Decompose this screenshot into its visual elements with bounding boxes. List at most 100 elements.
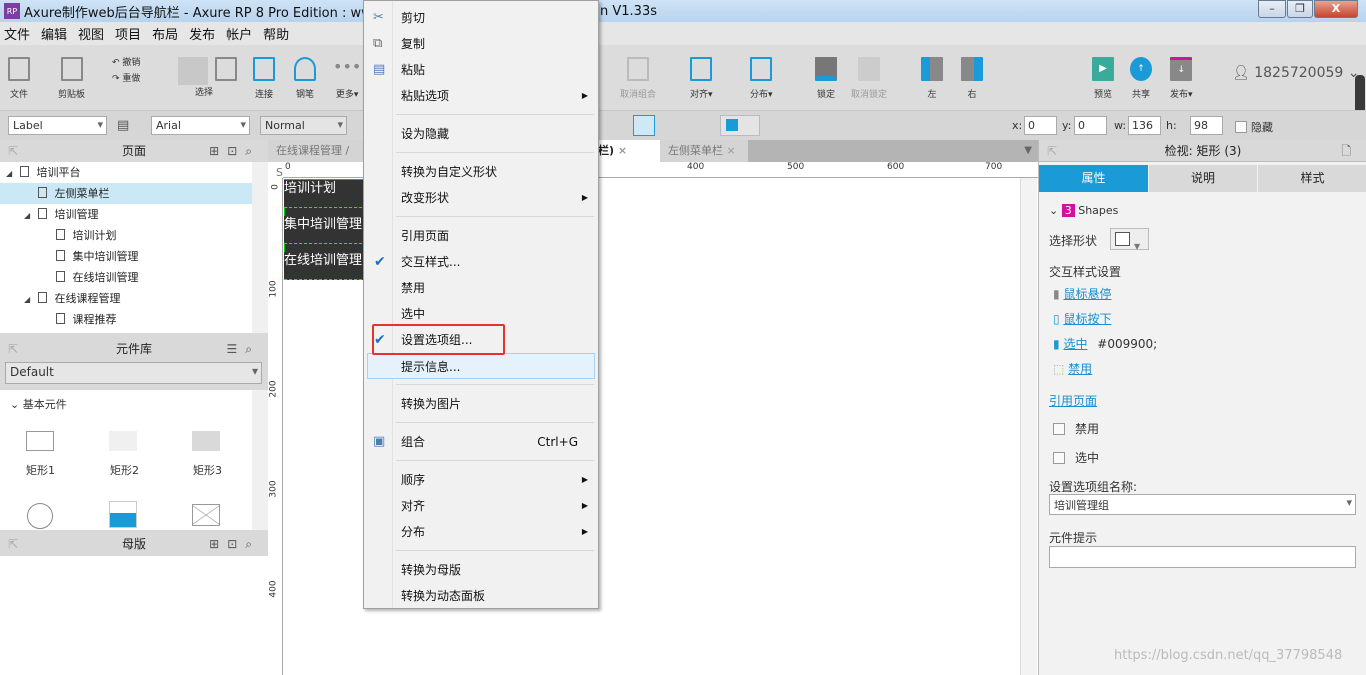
h-input[interactable]: 98 [1190, 116, 1223, 135]
page-tree-item[interactable]: 培训计划 [0, 225, 268, 246]
rectangle2-icon[interactable] [109, 431, 137, 451]
menu-item-set-hidden[interactable]: 设为隐藏 [364, 121, 598, 147]
library-select[interactable]: Default [5, 362, 262, 384]
menu-file[interactable]: 文件 [4, 24, 30, 43]
menu-item-interaction-styles[interactable]: ✔ 交互样式... [364, 249, 598, 275]
ref-page-link[interactable]: 引用页面 [1049, 392, 1097, 409]
pin-icon[interactable]: ⇱ [8, 338, 18, 360]
pages-scrollbar[interactable] [252, 162, 268, 333]
menu-shape-1[interactable]: 培训计划 [284, 180, 367, 208]
menu-publish[interactable]: 发布 [189, 24, 215, 43]
align-top-button[interactable] [633, 115, 655, 136]
right-button[interactable]: 右 [961, 57, 983, 100]
menu-item-tooltip[interactable]: 提示信息... [367, 353, 595, 379]
pin-icon[interactable]: ⇱ [8, 533, 18, 555]
expand-toggle-icon[interactable]: ◢ [6, 163, 16, 184]
tab-left-menu[interactable]: 左侧菜单栏 × [660, 140, 748, 162]
select-contain-icon[interactable] [215, 57, 237, 87]
expand-toggle-icon[interactable]: ◢ [24, 289, 34, 310]
lock-button[interactable]: 锁定 [815, 57, 837, 100]
tab-properties[interactable]: 属性 [1039, 165, 1148, 192]
close-tab-icon[interactable]: × [727, 144, 736, 157]
menu-item-distribute[interactable]: 分布 ▶ [364, 519, 598, 545]
tabs-dropdown-icon[interactable]: ▼ [1024, 145, 1032, 156]
hover-link[interactable]: 鼠标悬停 [1063, 287, 1111, 301]
menu-item-align[interactable]: 对齐 ▶ [364, 493, 598, 519]
x-input[interactable]: 0 [1024, 116, 1057, 135]
pin-icon[interactable]: ⇱ [1047, 140, 1057, 162]
placeholder-icon[interactable] [192, 504, 220, 526]
ellipse-icon[interactable] [27, 503, 53, 529]
distribute-button[interactable]: 分布▾ [750, 57, 773, 100]
preview-button[interactable]: ▶ 预览 [1092, 57, 1114, 100]
pen-button[interactable]: 钢笔 [294, 57, 316, 100]
menu-account[interactable]: 帐户 [226, 24, 252, 43]
page-icon[interactable]: 🗋︎ [1341, 140, 1359, 162]
font-select[interactable]: Arial [151, 116, 250, 135]
menu-item-convert-custom-shape[interactable]: 转换为自定义形状 [364, 159, 598, 185]
page-tree-item[interactable]: 左侧菜单栏 [0, 183, 268, 204]
undo-button[interactable]: ↶ 撤销 [112, 55, 140, 68]
pin-icon[interactable]: ⇱ [8, 140, 18, 162]
clipboard-button[interactable]: 剪贴板 [58, 57, 85, 100]
more-button[interactable]: ••• 更多▾ [333, 57, 361, 100]
unlock-button[interactable]: 取消锁定 [851, 57, 887, 100]
tooltip-input[interactable] [1049, 546, 1356, 568]
menu-item-paste[interactable]: ▤ 粘贴 [364, 57, 598, 83]
menu-item-copy[interactable]: ⧉ 复制 [364, 31, 598, 57]
disabled-style[interactable]: ⬚ 禁用 [1053, 360, 1092, 377]
group-name-select[interactable]: 培训管理组 [1049, 494, 1356, 515]
library-scrollbar[interactable] [252, 390, 268, 530]
rectangle1-icon[interactable] [26, 431, 54, 451]
hover-style[interactable]: ▮ 鼠标悬停 [1053, 285, 1111, 302]
y-input[interactable]: 0 [1074, 116, 1107, 135]
selected-style[interactable]: ▮ 选中 #009900; [1053, 335, 1157, 352]
shapes-section[interactable]: ⌄ 3 Shapes [1049, 204, 1118, 217]
share-button[interactable]: ↑ 共享 [1130, 57, 1152, 100]
menu-item-convert-dynamic-panel[interactable]: 转换为动态面板 [364, 583, 598, 609]
menu-view[interactable]: 视图 [78, 24, 104, 43]
menu-help[interactable]: 帮助 [263, 24, 289, 43]
menu-arrange[interactable]: 布局 [152, 24, 178, 43]
selected-checkbox[interactable]: 选中 [1053, 449, 1099, 466]
w-input[interactable]: 136 [1128, 116, 1161, 135]
menu-item-reference-page[interactable]: 引用页面 [364, 223, 598, 249]
menu-item-cut[interactable]: ✂ 剪切 [364, 5, 598, 31]
user-account[interactable]: 👤︎ 1825720059 ⌄ [1232, 65, 1360, 81]
page-tree-item[interactable]: ◢ 培训平台 [0, 162, 268, 183]
select-shape-dropdown[interactable]: ▼ [1110, 228, 1149, 251]
menu-item-disabled[interactable]: 禁用 [364, 275, 598, 301]
disabled-link[interactable]: 禁用 [1068, 362, 1092, 376]
tab-style[interactable]: 样式 [1258, 165, 1366, 192]
selected-link[interactable]: 选中 [1063, 337, 1087, 351]
menu-item-convert-master[interactable]: 转换为母版 [364, 557, 598, 583]
menu-item-group[interactable]: ▣ 组合 Ctrl+G [364, 429, 598, 455]
menu-project[interactable]: 项目 [115, 24, 141, 43]
mousedown-style[interactable]: ▯ 鼠标按下 [1053, 310, 1111, 327]
connect-button[interactable]: 连接 [253, 57, 275, 100]
add-master-icon[interactable]: ⊞⊡⌕ [209, 533, 260, 555]
close-tab-icon[interactable]: × [618, 144, 627, 157]
menu-shape-3[interactable]: 在线培训管理 [284, 252, 367, 280]
library-menu-icon[interactable]: ☰⌕ [227, 338, 260, 360]
tab-notes[interactable]: 说明 [1149, 165, 1257, 192]
basic-widgets-section[interactable]: ⌄ 基本元件 [10, 396, 67, 412]
page-tree-item[interactable]: 在线培训管理 [0, 267, 268, 288]
left-button[interactable]: 左 [921, 57, 943, 100]
ungroup-button[interactable]: 取消组合 [620, 57, 656, 100]
close-button[interactable]: X [1314, 0, 1358, 18]
style-editor-icon[interactable]: ▤ [117, 118, 129, 133]
widget-style-select[interactable]: Label [8, 116, 107, 135]
fill-color-picker[interactable] [720, 115, 760, 136]
select-intersect-icon[interactable] [178, 57, 208, 85]
tab-online-course[interactable]: 在线课程管理 / St [268, 140, 368, 179]
menu-item-order[interactable]: 顺序 ▶ [364, 467, 598, 493]
file-button[interactable]: 文件 [8, 57, 30, 100]
add-page-icon[interactable]: ⊞⊡⌕ [209, 140, 260, 162]
rectangle3-icon[interactable] [192, 431, 220, 451]
align-button[interactable]: 对齐▾ [690, 57, 713, 100]
redo-button[interactable]: ↷ 重做 [112, 71, 140, 84]
disabled-checkbox[interactable]: 禁用 [1053, 420, 1099, 437]
image-icon[interactable] [109, 501, 137, 528]
minimize-button[interactable]: – [1258, 0, 1286, 18]
